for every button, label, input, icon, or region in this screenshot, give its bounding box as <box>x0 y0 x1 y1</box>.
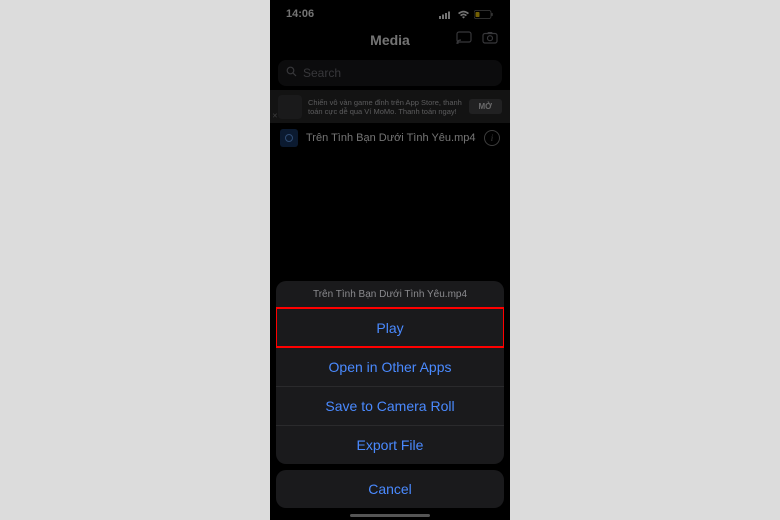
action-sheet-title: Trên Tình Bạn Dưới Tình Yêu.mp4 <box>276 281 504 308</box>
action-sheet-group: Trên Tình Bạn Dưới Tình Yêu.mp4 Play Ope… <box>276 281 504 464</box>
nav-header: Media <box>270 24 510 56</box>
home-indicator[interactable] <box>350 514 430 517</box>
ad-banner[interactable]: Chiến vô vàn game đỉnh trên App Store, t… <box>270 90 510 123</box>
search-wrap: Search <box>270 56 510 90</box>
status-right <box>439 10 494 19</box>
status-time: 14:06 <box>286 8 314 20</box>
wifi-icon <box>457 10 470 19</box>
status-bar: 14:06 <box>270 0 510 24</box>
file-name: Trên Tình Bạn Dưới Tình Yêu.mp4 <box>306 132 476 144</box>
file-thumbnail <box>280 129 298 147</box>
ad-close-icon[interactable]: ✕ <box>272 113 280 121</box>
export-file-button[interactable]: Export File <box>276 425 504 464</box>
phone-screen: 14:06 Media <box>270 0 510 520</box>
search-input[interactable]: Search <box>278 60 502 86</box>
search-icon <box>286 64 297 82</box>
open-in-other-apps-button[interactable]: Open in Other Apps <box>276 347 504 386</box>
cancel-button[interactable]: Cancel <box>276 470 504 508</box>
info-icon[interactable]: i <box>484 130 500 146</box>
save-to-camera-roll-button[interactable]: Save to Camera Roll <box>276 386 504 425</box>
battery-icon <box>474 10 494 19</box>
nav-title: Media <box>370 32 410 48</box>
action-sheet: Trên Tình Bạn Dưới Tình Yêu.mp4 Play Ope… <box>276 281 504 508</box>
ad-open-button[interactable]: MỞ <box>469 99 503 114</box>
search-placeholder: Search <box>303 66 341 80</box>
camera-icon[interactable] <box>482 31 498 50</box>
play-button[interactable]: Play <box>276 308 504 347</box>
file-row[interactable]: Trên Tình Bạn Dưới Tình Yêu.mp4 i <box>270 123 510 153</box>
ad-text: Chiến vô vàn game đỉnh trên App Store, t… <box>308 98 463 116</box>
ad-thumbnail <box>278 95 302 119</box>
cellular-signal-icon <box>439 10 453 19</box>
cast-icon[interactable] <box>456 31 472 50</box>
nav-actions <box>448 31 498 50</box>
